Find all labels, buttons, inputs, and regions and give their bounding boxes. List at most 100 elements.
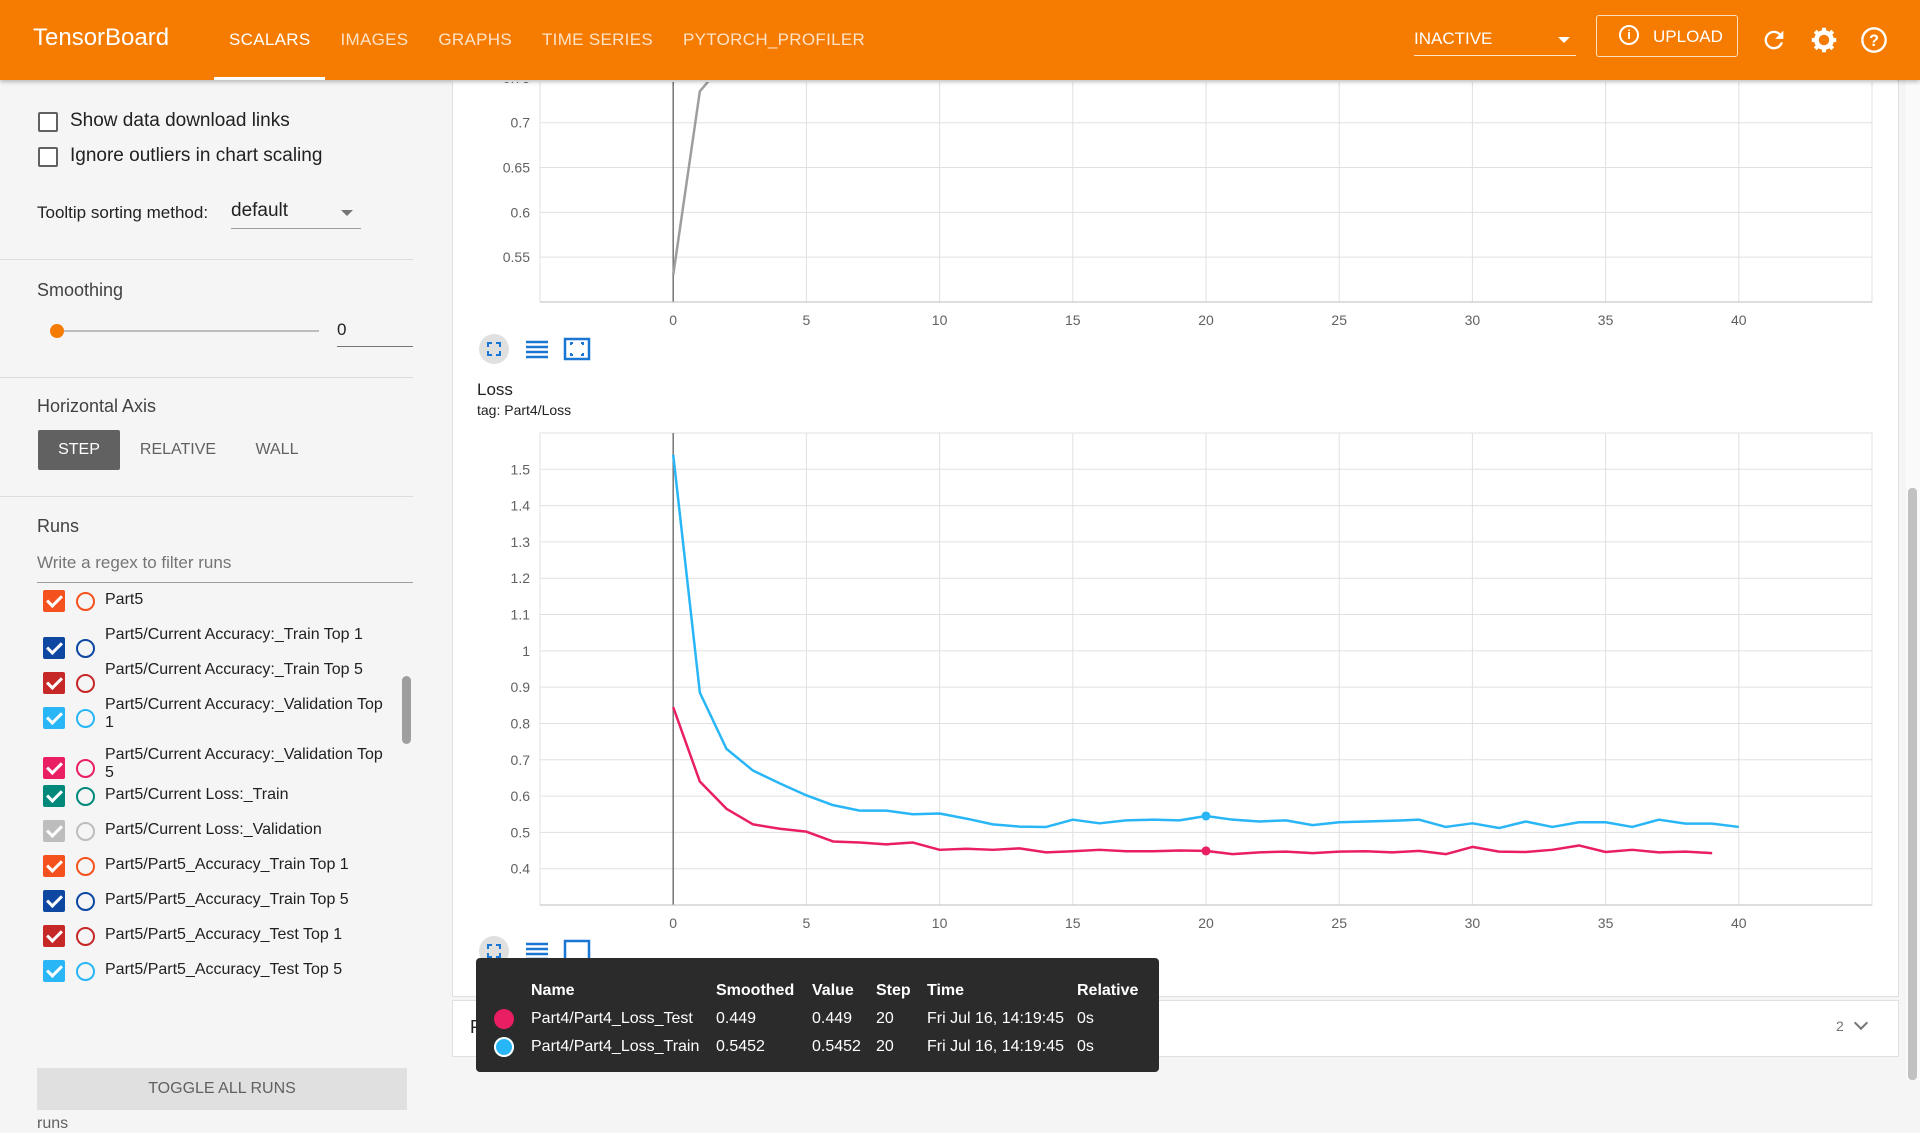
tab-graphs[interactable]: GRAPHS — [423, 0, 527, 80]
page-scrollbar-thumb[interactable] — [1908, 488, 1917, 1080]
run-color-swatch[interactable] — [76, 962, 95, 981]
run-checkbox[interactable] — [43, 757, 65, 779]
run-checkbox[interactable] — [43, 925, 65, 947]
y-tick-label: 1.3 — [511, 534, 531, 550]
toggle-all-runs-button[interactable]: TOGGLE ALL RUNS — [37, 1068, 407, 1110]
run-color-swatch[interactable] — [76, 639, 95, 658]
run-color-swatch[interactable] — [76, 592, 95, 611]
run-color-swatch[interactable] — [76, 892, 95, 911]
run-color-swatch[interactable] — [76, 927, 95, 946]
ignore-outliers-checkbox[interactable] — [38, 147, 58, 167]
tooltip-cell: 0.5452 — [716, 1038, 765, 1055]
smoothing-input[interactable]: 0 — [337, 318, 413, 347]
x-tick-label: 15 — [1065, 915, 1081, 931]
smoothing-slider-thumb[interactable] — [50, 324, 64, 338]
hover-point — [1201, 811, 1211, 821]
settings-icon[interactable] — [1810, 26, 1838, 54]
run-color-swatch[interactable] — [76, 759, 95, 778]
tooltip-series-dot — [494, 1009, 514, 1029]
run-color-swatch[interactable] — [76, 822, 95, 841]
run-color-swatch[interactable] — [76, 857, 95, 876]
run-label: Part5 — [105, 591, 144, 608]
run-label: Part5/Current Loss:_Train — [105, 786, 289, 803]
axis-relative-button[interactable]: RELATIVE — [130, 430, 226, 470]
y-tick-label: 0.55 — [503, 249, 530, 265]
tooltip-cell: Fri Jul 16, 14:19:45 — [927, 1010, 1064, 1027]
y-tick-label: 1.2 — [511, 570, 531, 586]
divider — [0, 496, 413, 497]
fit-domain-icon[interactable] — [562, 334, 592, 364]
x-tick-label: 5 — [803, 312, 811, 328]
show-download-links-checkbox[interactable] — [38, 112, 58, 132]
run-checkbox[interactable] — [43, 855, 65, 877]
runs-filter-input[interactable]: Write a regex to filter runs — [37, 550, 413, 583]
sidebar: Show data download links Ignore outliers… — [0, 80, 413, 1132]
run-checkbox[interactable] — [43, 707, 65, 729]
y-tick-label: 1.4 — [511, 498, 531, 514]
tooltip-header-value: Value — [812, 982, 854, 999]
runs-title: Runs — [37, 516, 80, 536]
y-tick-label: 0.65 — [503, 160, 530, 176]
chart-top-edge — [452, 80, 1897, 82]
run-color-swatch[interactable] — [76, 787, 95, 806]
tab-scalars[interactable]: SCALARS — [214, 0, 326, 80]
tab-pytorch-profiler[interactable]: PYTORCH_PROFILER — [668, 0, 880, 80]
axis-wall-button[interactable]: WALL — [236, 430, 318, 470]
run-label: Part5/Part5_Accuracy_Train Top 5 — [105, 891, 349, 908]
tooltip-header-name: Name — [531, 982, 575, 999]
smoothing-title: Smoothing — [37, 280, 124, 300]
run-checkbox[interactable] — [43, 637, 65, 659]
run-color-swatch[interactable] — [76, 709, 95, 728]
run-checkbox[interactable] — [43, 590, 65, 612]
plugin-select[interactable]: INACTIVE — [1414, 25, 1576, 56]
ignore-outliers-label[interactable]: Ignore outliers in chart scaling — [70, 145, 322, 167]
runs-list: Part5 Part5/Current Accuracy:_Train Top 1… — [0, 590, 413, 990]
tooltip-cell: 0.5452 — [812, 1038, 861, 1055]
run-checkbox[interactable] — [43, 820, 65, 842]
accuracy-chart[interactable]: 05101520253035400.550.60.650.70.75 — [452, 80, 1897, 335]
axis-step-button[interactable]: STEP — [38, 430, 120, 470]
run-checkbox[interactable] — [43, 785, 65, 807]
tooltip-cell: 0.449 — [812, 1010, 853, 1027]
loss-chart[interactable]: 0 5 10 15 20 25 30 35 40 0.4 0.5 0.6 0.7 0.8 0.9 1 1.1 1.… — [452, 425, 1897, 940]
x-tick-label: 0 — [669, 312, 677, 328]
run-label: Part5/Part5_Accuracy_Test Top 1 — [105, 926, 343, 943]
tooltip-header-time: Time — [927, 982, 965, 999]
section-pager[interactable]: 2 — [1836, 1015, 1868, 1034]
app-brand[interactable]: TensorBoard — [33, 24, 169, 52]
x-tick-label: 25 — [1331, 312, 1347, 328]
x-tick-label: 40 — [1731, 915, 1747, 931]
run-checkbox[interactable] — [43, 890, 65, 912]
toggle-log-scale-icon[interactable] — [522, 334, 552, 364]
tooltip-cell: 20 — [876, 1010, 894, 1027]
run-label: Part5/Current Accuracy:_Validation Top 1 — [105, 696, 383, 731]
upload-button[interactable]: i UPLOAD — [1596, 15, 1738, 57]
run-label: Part5/Part5_Accuracy_Train Top 1 — [105, 856, 349, 873]
y-tick-label: 1.5 — [511, 461, 531, 477]
upload-button-label: UPLOAD — [1653, 27, 1723, 46]
show-download-links-label[interactable]: Show data download links — [70, 110, 290, 132]
run-label: Part5/Part5_Accuracy_Test Top 5 — [105, 961, 343, 978]
smoothing-slider-track[interactable] — [57, 330, 319, 332]
refresh-icon[interactable] — [1760, 26, 1788, 54]
tab-time-series[interactable]: TIME SERIES — [527, 0, 668, 80]
run-label: Part5/Current Accuracy:_Validation Top 5 — [105, 746, 383, 781]
x-tick-label: 35 — [1598, 312, 1614, 328]
help-icon[interactable]: ? — [1860, 26, 1888, 54]
y-tick-label: 0.6 — [511, 204, 531, 220]
tab-images[interactable]: IMAGES — [325, 0, 423, 80]
run-color-swatch[interactable] — [76, 674, 95, 693]
run-checkbox[interactable] — [43, 960, 65, 982]
tooltip-sorting-select[interactable]: default — [231, 198, 361, 229]
runs-scrollbar[interactable] — [402, 676, 411, 744]
run-checkbox[interactable] — [43, 672, 65, 694]
chevron-down-icon — [341, 210, 353, 216]
tooltip-cell: Part4/Part4_Loss_Train — [531, 1038, 700, 1055]
y-tick-label: 0.6 — [511, 788, 531, 804]
divider — [0, 377, 413, 378]
y-tick-label: 0.4 — [511, 861, 531, 877]
fullscreen-icon[interactable] — [479, 334, 509, 364]
horizontal-axis-title: Horizontal Axis — [37, 396, 157, 416]
x-tick-label: 20 — [1198, 312, 1214, 328]
x-tick-label: 25 — [1331, 915, 1347, 931]
